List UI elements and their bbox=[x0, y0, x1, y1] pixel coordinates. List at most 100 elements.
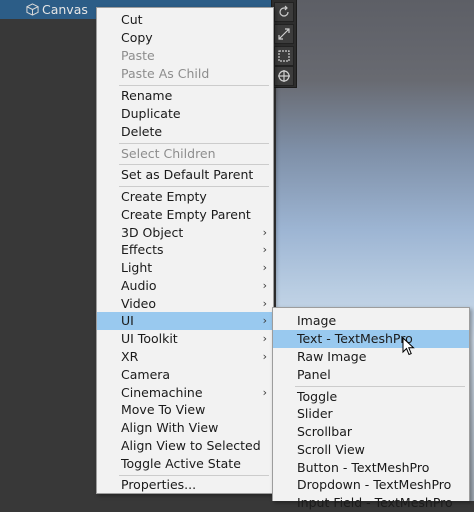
menu-item-select-children[interactable]: Select Children bbox=[97, 145, 273, 163]
menu-item-label: Camera bbox=[121, 367, 171, 382]
menu-item-label: Paste As Child bbox=[121, 66, 210, 81]
menu-item-align-view-to-selected[interactable]: Align View to Selected bbox=[97, 437, 273, 455]
menu-item-label: Button - TextMeshPro bbox=[297, 460, 430, 475]
menu-item-label: Cut bbox=[121, 12, 143, 27]
chevron-right-icon: › bbox=[262, 332, 267, 345]
menu-item-label: Create Empty bbox=[121, 189, 207, 204]
menu-item-copy[interactable]: Copy bbox=[97, 29, 273, 47]
menu-item-effects[interactable]: Effects › bbox=[97, 241, 273, 259]
scale-tool-icon bbox=[278, 28, 290, 40]
menu-item-label: Toggle bbox=[297, 389, 338, 404]
menu-item-set-default-parent[interactable]: Set as Default Parent bbox=[97, 166, 273, 184]
menu-item-label: XR bbox=[121, 349, 139, 364]
menu-item-align-with-view[interactable]: Align With View bbox=[97, 419, 273, 437]
menu-item-label: Properties... bbox=[121, 477, 197, 492]
menu-item-properties[interactable]: Properties... bbox=[97, 476, 273, 494]
chevron-right-icon: › bbox=[262, 297, 267, 310]
chevron-right-icon: › bbox=[262, 261, 267, 274]
menu-item-audio[interactable]: Audio › bbox=[97, 277, 273, 295]
menu-item-label: Align With View bbox=[121, 420, 219, 435]
menu-item-paste[interactable]: Paste bbox=[97, 47, 273, 65]
menu-item-label: Select Children bbox=[121, 146, 216, 161]
menu-item-label: Set as Default Parent bbox=[121, 167, 254, 182]
menu-item-label: Video bbox=[121, 296, 157, 311]
menu-item-camera[interactable]: Camera bbox=[97, 366, 273, 384]
menu-item-xr[interactable]: XR › bbox=[97, 348, 273, 366]
submenu-item-button-textmeshpro[interactable]: Button - TextMeshPro bbox=[273, 459, 469, 477]
submenu-item-image[interactable]: Image bbox=[273, 312, 469, 330]
menu-item-label: Slider bbox=[297, 406, 333, 421]
menu-item-delete[interactable]: Delete bbox=[97, 123, 273, 141]
menu-item-create-empty-parent[interactable]: Create Empty Parent bbox=[97, 206, 273, 224]
transform-tool-icon bbox=[278, 70, 290, 82]
menu-item-label: Cinemachine bbox=[121, 385, 203, 400]
menu-item-ui-toolkit[interactable]: UI Toolkit › bbox=[97, 330, 273, 348]
menu-separator bbox=[119, 186, 269, 187]
chevron-right-icon: › bbox=[262, 386, 267, 399]
menu-item-label: Effects bbox=[121, 242, 164, 257]
menu-item-duplicate[interactable]: Duplicate bbox=[97, 105, 273, 123]
mouse-cursor-icon bbox=[402, 337, 415, 356]
chevron-right-icon: › bbox=[262, 243, 267, 256]
menu-item-label: Paste bbox=[121, 48, 155, 63]
menu-item-label: Input Field - TextMeshPro bbox=[297, 495, 453, 510]
menu-item-label: Panel bbox=[297, 367, 331, 382]
chevron-right-icon: › bbox=[262, 226, 267, 239]
menu-item-label: Copy bbox=[121, 30, 153, 45]
menu-item-label: Duplicate bbox=[121, 106, 181, 121]
menu-item-label: UI Toolkit bbox=[121, 331, 178, 346]
submenu-item-toggle[interactable]: Toggle bbox=[273, 388, 469, 406]
menu-item-label: Raw Image bbox=[297, 349, 367, 364]
menu-separator bbox=[119, 143, 269, 144]
menu-item-label: Align View to Selected bbox=[121, 438, 261, 453]
menu-separator bbox=[295, 386, 465, 387]
menu-item-label: Rename bbox=[121, 88, 173, 103]
menu-item-label: Audio bbox=[121, 278, 157, 293]
submenu-item-panel[interactable]: Panel bbox=[273, 366, 469, 384]
menu-item-label: UI bbox=[121, 313, 134, 328]
transform-tool-button[interactable] bbox=[274, 66, 294, 86]
menu-item-paste-as-child[interactable]: Paste As Child bbox=[97, 65, 273, 83]
menu-item-rename[interactable]: Rename bbox=[97, 87, 273, 105]
menu-item-label: Scrollbar bbox=[297, 424, 352, 439]
submenu-item-text-textmeshpro[interactable]: Text - TextMeshPro bbox=[273, 330, 469, 348]
menu-item-ui[interactable]: UI › bbox=[97, 312, 273, 330]
menu-item-label: Create Empty Parent bbox=[121, 207, 251, 222]
rect-tool-button[interactable] bbox=[274, 46, 294, 66]
rect-tool-icon bbox=[278, 50, 290, 62]
submenu-item-scrollbar[interactable]: Scrollbar bbox=[273, 423, 469, 441]
menu-item-label: Move To View bbox=[121, 402, 206, 417]
menu-item-label: Toggle Active State bbox=[121, 456, 241, 471]
ui-submenu: Image Text - TextMeshPro Raw Image Panel… bbox=[272, 307, 470, 510]
menu-separator bbox=[119, 85, 269, 86]
menu-item-move-to-view[interactable]: Move To View bbox=[97, 401, 273, 419]
menu-item-label: Light bbox=[121, 260, 153, 275]
menu-separator bbox=[119, 164, 269, 165]
menu-item-toggle-active-state[interactable]: Toggle Active State bbox=[97, 455, 273, 473]
menu-item-video[interactable]: Video › bbox=[97, 295, 273, 313]
menu-item-label: Text - TextMeshPro bbox=[297, 331, 413, 346]
chevron-right-icon: › bbox=[262, 279, 267, 292]
menu-item-label: Image bbox=[297, 313, 337, 328]
scene-tools-toolbar bbox=[271, 0, 297, 88]
rotate-tool-button[interactable] bbox=[274, 2, 294, 22]
menu-item-label: 3D Object bbox=[121, 225, 184, 240]
menu-item-cut[interactable]: Cut bbox=[97, 11, 273, 29]
menu-item-cinemachine[interactable]: Cinemachine › bbox=[97, 384, 273, 402]
rotate-tool-icon bbox=[279, 5, 289, 17]
menu-item-3d-object[interactable]: 3D Object › bbox=[97, 224, 273, 242]
submenu-item-slider[interactable]: Slider bbox=[273, 405, 469, 423]
submenu-item-input-field-textmeshpro[interactable]: Input Field - TextMeshPro bbox=[273, 494, 469, 512]
menu-item-create-empty[interactable]: Create Empty bbox=[97, 188, 273, 206]
chevron-right-icon: › bbox=[262, 314, 267, 327]
scale-tool-button[interactable] bbox=[274, 24, 294, 44]
submenu-item-dropdown-textmeshpro[interactable]: Dropdown - TextMeshPro bbox=[273, 476, 469, 494]
cube-icon bbox=[26, 3, 39, 16]
menu-item-label: Dropdown - TextMeshPro bbox=[297, 477, 452, 492]
menu-item-light[interactable]: Light › bbox=[97, 259, 273, 277]
menu-item-label: Delete bbox=[121, 124, 163, 139]
submenu-item-raw-image[interactable]: Raw Image bbox=[273, 348, 469, 366]
hierarchy-item-label: Canvas bbox=[42, 2, 88, 17]
submenu-item-scroll-view[interactable]: Scroll View bbox=[273, 441, 469, 459]
context-menu: Cut Copy Paste Paste As Child Rename Dup… bbox=[96, 7, 274, 494]
